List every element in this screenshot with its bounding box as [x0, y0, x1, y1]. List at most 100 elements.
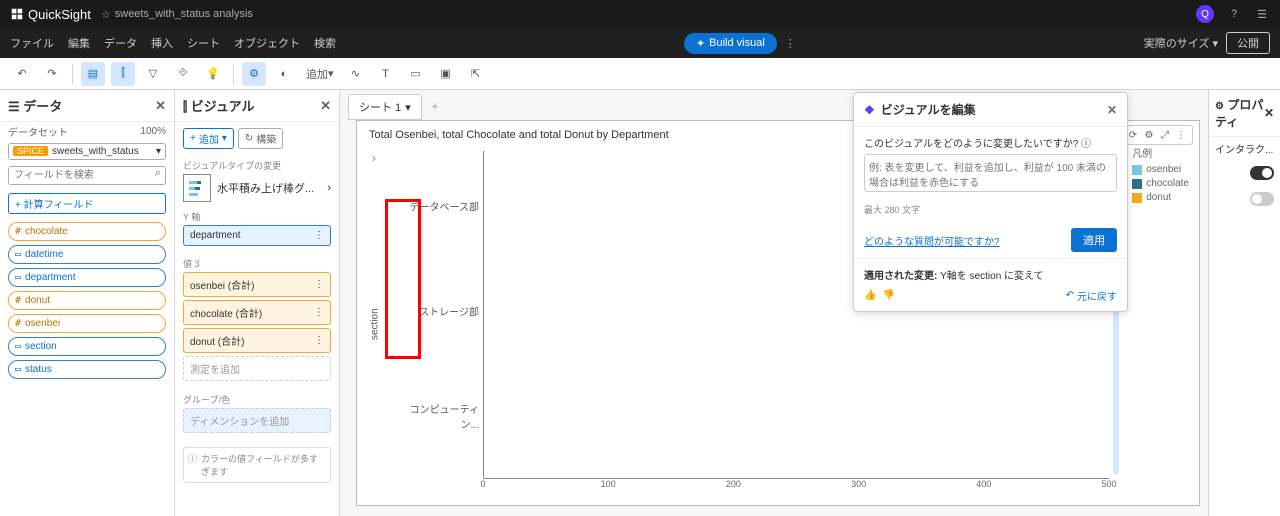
x-tick: 200 [726, 479, 741, 489]
build-visual-button[interactable]: ✦ Build visual [684, 33, 777, 54]
x-tick: 500 [1101, 479, 1116, 489]
kebab-icon[interactable]: ⋮ [314, 230, 324, 241]
dimension-icon: ▭ [15, 249, 21, 260]
legend-item[interactable]: osenbei [1132, 164, 1189, 175]
chart-type-select[interactable]: 水平積み上げ棒グ... › [183, 174, 331, 202]
menu-sheet[interactable]: シート [187, 35, 220, 51]
hbar-stacked-icon [183, 174, 211, 202]
props-icon[interactable]: ⚙ [242, 62, 266, 86]
menu-insert[interactable]: 挿入 [151, 35, 173, 51]
analysis-title[interactable]: ☆ sweets_with_status analysis [101, 8, 253, 21]
search-icon[interactable]: ⌕ [151, 167, 165, 184]
q-ai-icon[interactable]: Q [1196, 5, 1214, 23]
undo-button[interactable]: ↶ 元に戻す [1066, 288, 1117, 303]
group-drop[interactable]: ディメンションを追加 [183, 408, 331, 433]
add-calc-field[interactable]: + 計算フィールド [8, 193, 166, 214]
text-icon[interactable]: T [374, 62, 398, 86]
toggle-1[interactable] [1250, 166, 1274, 180]
kebab-icon[interactable]: ⋮ [314, 307, 324, 318]
undo-icon[interactable]: ↶ [10, 62, 34, 86]
filter-icon[interactable]: ▽ [141, 62, 165, 86]
kebab-icon[interactable]: ⋮ [1174, 128, 1188, 142]
apply-button[interactable]: 適用 [1071, 228, 1117, 252]
build-button[interactable]: ↻ 構築 [238, 128, 283, 149]
thumbs-up-icon[interactable]: 👍 [864, 290, 876, 301]
main-area: ☰ データ ✕ データセット 100% SPICEsweets_with_sta… [0, 90, 1280, 516]
chevron-right-icon: › [327, 182, 331, 194]
category-label: データベース部 [394, 199, 479, 214]
insight-icon[interactable]: 💡 [201, 62, 225, 86]
value-field[interactable]: chocolate (合計)⋮ [183, 300, 331, 325]
data-panel-icon[interactable]: ▤ [81, 62, 105, 86]
menu-file[interactable]: ファイル [10, 35, 54, 51]
menu-edit[interactable]: 編集 [68, 35, 90, 51]
export-icon[interactable]: ⇱ [464, 62, 488, 86]
close-icon[interactable]: ✕ [320, 98, 331, 114]
close-icon[interactable]: ✕ [1107, 103, 1117, 117]
add-measure-drop[interactable]: 測定を追加 [183, 356, 331, 381]
x-tick: 0 [480, 479, 485, 489]
y-axis-field[interactable]: department⋮ [183, 225, 331, 246]
menu-data[interactable]: データ [104, 35, 137, 51]
y-axis-title: section [367, 151, 383, 497]
legend: 凡例 osenbeichocolatedonut [1132, 145, 1189, 206]
value-field[interactable]: osenbei (合計)⋮ [183, 272, 331, 297]
legend-item[interactable]: chocolate [1132, 178, 1189, 189]
info-icon[interactable]: ⓘ [1081, 139, 1091, 150]
kebab-icon[interactable]: ⋮ [314, 335, 324, 346]
line-icon[interactable]: ∿ [344, 62, 368, 86]
field-section[interactable]: ▭section [8, 337, 166, 356]
close-icon[interactable]: ✕ [1264, 106, 1274, 120]
dimension-icon: ▭ [15, 272, 21, 283]
redo-icon[interactable]: ↷ [40, 62, 64, 86]
field-datetime[interactable]: ▭datetime [8, 245, 166, 264]
field-donut[interactable]: #donut [8, 291, 166, 310]
image-icon[interactable]: ▣ [434, 62, 458, 86]
dimension-icon: ▭ [15, 364, 21, 375]
add-sheet-button[interactable]: + [426, 101, 444, 113]
x-tick: 300 [851, 479, 866, 489]
toolbar: ↶ ↷ ▤ ⫿ ▽ ⟐ 💡 ⚙ ◐ 追加▾ ∿ T ▭ ▣ ⇱ [0, 58, 1280, 90]
interactions-tab[interactable]: インタラク... [1209, 136, 1280, 160]
field-search[interactable]: ⌕ [8, 166, 166, 185]
help-icon[interactable]: ? [1226, 6, 1242, 22]
dimension-icon: ▭ [15, 341, 21, 352]
ai-prompt-input[interactable] [864, 154, 1117, 192]
sheet-tab[interactable]: シート 1 ▾ [348, 94, 422, 120]
menu-search[interactable]: 検索 [314, 35, 336, 51]
visual-toolbar: ⟳ ⚙ ⤢ ⋮ [1121, 125, 1193, 145]
user-icon[interactable]: ☰ [1254, 6, 1270, 22]
ai-question: このビジュアルをどのように変更したいですか? [864, 139, 1078, 150]
close-icon[interactable]: ✕ [155, 98, 166, 114]
field-chocolate[interactable]: #chocolate [8, 222, 166, 241]
legend-item[interactable]: donut [1132, 192, 1189, 203]
theme-icon[interactable]: ◐ [272, 62, 296, 86]
kebab-icon[interactable]: ⋮ [314, 279, 324, 290]
ai-edit-panel: ❖ ビジュアルを編集 ✕ このビジュアルをどのように変更したいですか? ⓘ 最大… [853, 92, 1128, 312]
publish-button[interactable]: 公開 [1226, 32, 1270, 54]
app-logo[interactable]: QuickSight [10, 7, 91, 22]
dataset-select[interactable]: SPICEsweets_with_status ▾ [8, 143, 166, 160]
search-input[interactable] [9, 167, 151, 184]
visual-panel-icon[interactable]: ⫿ [111, 62, 135, 86]
menu-bar: ファイル 編集 データ 挿入 シート オブジェクト 検索 ✦ Build vis… [0, 28, 1280, 58]
menu-object[interactable]: オブジェクト [234, 35, 300, 51]
refresh-icon[interactable]: ⟳ [1126, 128, 1140, 142]
kebab-icon[interactable]: ⋮ [785, 37, 796, 50]
toggle-2[interactable] [1250, 192, 1274, 206]
value-field[interactable]: donut (合計)⋮ [183, 328, 331, 353]
add-visual-button[interactable]: + 追加 ▾ [183, 128, 234, 149]
star-icon: ☆ [101, 8, 111, 21]
field-osenbei[interactable]: #osenbei [8, 314, 166, 333]
shape-icon[interactable]: ▭ [404, 62, 428, 86]
field-status[interactable]: ▭status [8, 360, 166, 379]
thumbs-down-icon[interactable]: 👎 [882, 290, 894, 301]
sparkle-icon: ❖ [864, 103, 875, 117]
expand-icon[interactable]: ⤢ [1158, 128, 1172, 142]
ai-icon[interactable]: ⚙ [1142, 128, 1156, 142]
field-department[interactable]: ▭department [8, 268, 166, 287]
help-link[interactable]: どのような質問が可能ですか? [864, 233, 1000, 248]
params-icon[interactable]: ⟐ [171, 62, 195, 86]
add-dropdown[interactable]: 追加▾ [302, 62, 338, 86]
zoom-select[interactable]: 実際のサイズ ▾ [1144, 35, 1218, 51]
